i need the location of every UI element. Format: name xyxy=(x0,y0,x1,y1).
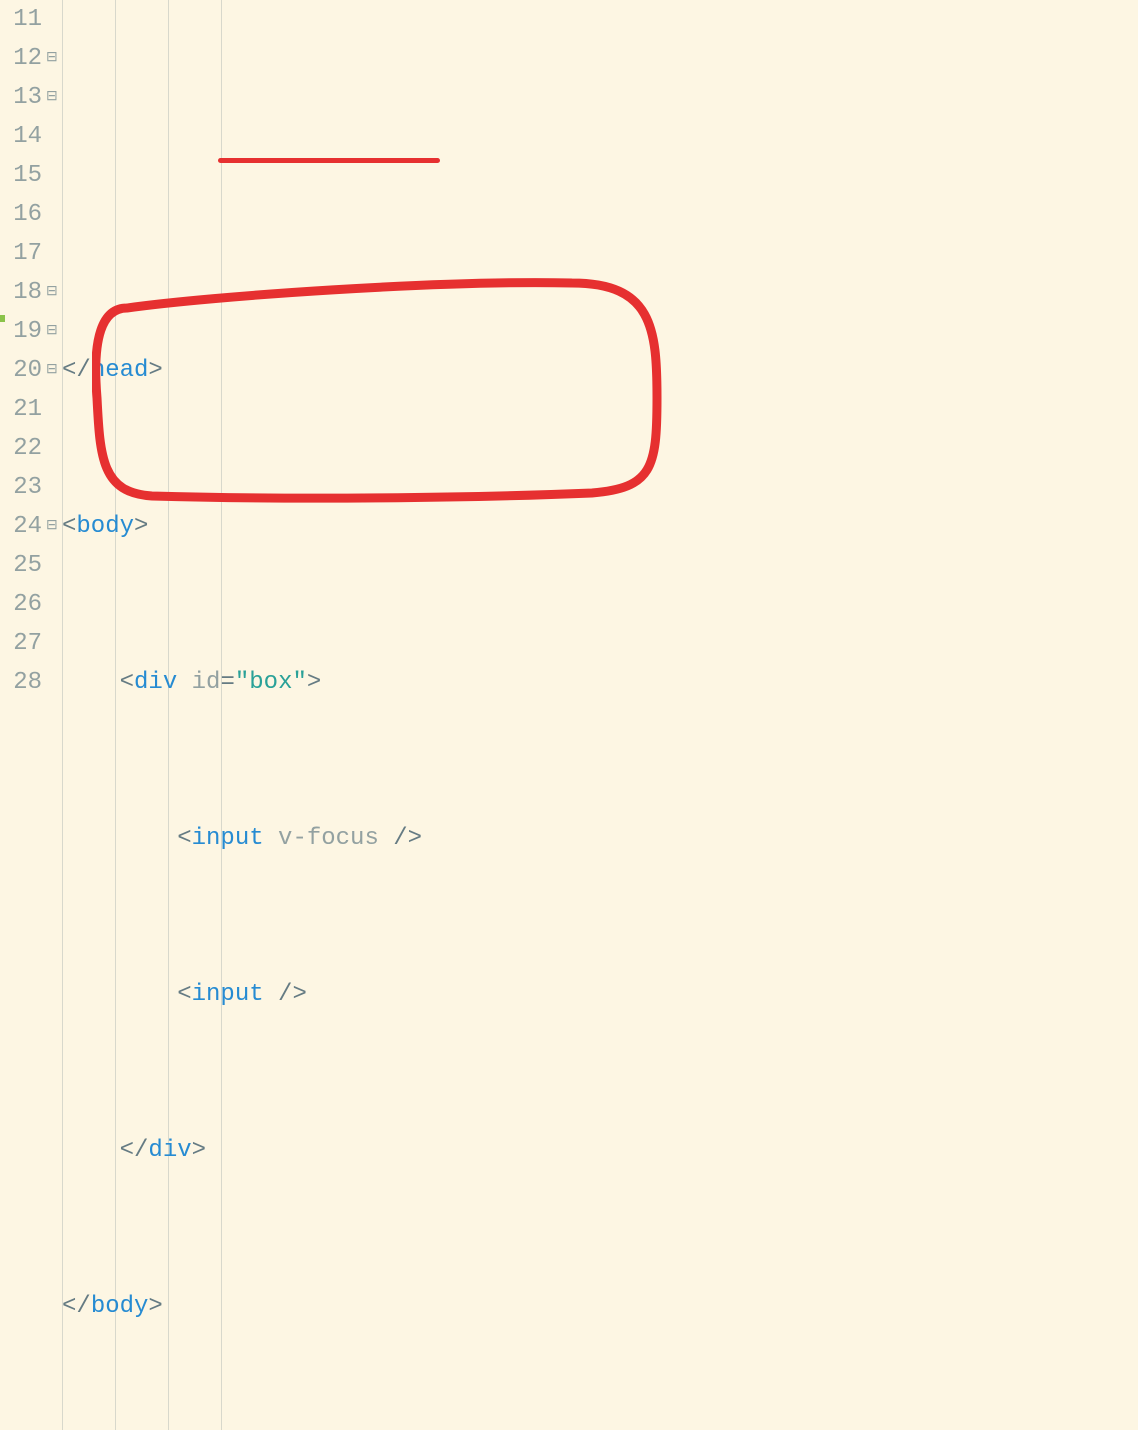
code-editor[interactable]: 11 12⊟ 13⊟ 14 15 16 17 18⊟ 19⊟ 20⊟ 21 22… xyxy=(0,0,1138,1430)
line-number: 21 xyxy=(13,390,42,429)
line-number: 13 xyxy=(13,78,42,117)
code-line[interactable]: <input /> xyxy=(62,975,1138,1014)
code-line[interactable]: <body> xyxy=(62,507,1138,546)
indent-guide xyxy=(168,0,169,1430)
indent-guide xyxy=(62,0,63,1430)
fold-marker[interactable]: ⊟ xyxy=(46,78,56,117)
indent-guide xyxy=(115,0,116,1430)
line-number: 22 xyxy=(13,429,42,468)
line-number: 19 xyxy=(13,312,42,351)
fold-marker[interactable]: ⊟ xyxy=(46,273,56,312)
line-number: 26 xyxy=(13,585,42,624)
code-line[interactable]: <div id="box"> xyxy=(62,663,1138,702)
indent-guide xyxy=(221,0,222,1430)
fold-marker[interactable]: ⊟ xyxy=(46,507,56,546)
line-number: 25 xyxy=(13,546,42,585)
fold-marker[interactable]: ⊟ xyxy=(46,351,56,390)
fold-marker[interactable]: ⊟ xyxy=(46,312,56,351)
line-number: 24 xyxy=(13,507,42,546)
line-number: 20 xyxy=(13,351,42,390)
line-number: 17 xyxy=(13,234,42,273)
fold-marker[interactable]: ⊟ xyxy=(46,39,56,78)
line-number: 12 xyxy=(13,39,42,78)
line-number: 14 xyxy=(13,117,42,156)
line-number: 11 xyxy=(13,0,42,39)
code-area[interactable]: </head> <body> <div id="box"> <input v-f… xyxy=(62,0,1138,1430)
line-number: 28 xyxy=(13,663,42,702)
line-number: 23 xyxy=(13,468,42,507)
code-line[interactable]: <input v-focus /> xyxy=(62,819,1138,858)
code-line[interactable]: </head> xyxy=(62,351,1138,390)
line-number-gutter: 11 12⊟ 13⊟ 14 15 16 17 18⊟ 19⊟ 20⊟ 21 22… xyxy=(0,0,62,1430)
code-line[interactable]: </body> xyxy=(62,1287,1138,1326)
line-number: 27 xyxy=(13,624,42,663)
line-number: 16 xyxy=(13,195,42,234)
code-line[interactable]: </div> xyxy=(62,1131,1138,1170)
line-number: 15 xyxy=(13,156,42,195)
annotation-underline xyxy=(218,158,440,163)
line-number: 18 xyxy=(13,273,42,312)
